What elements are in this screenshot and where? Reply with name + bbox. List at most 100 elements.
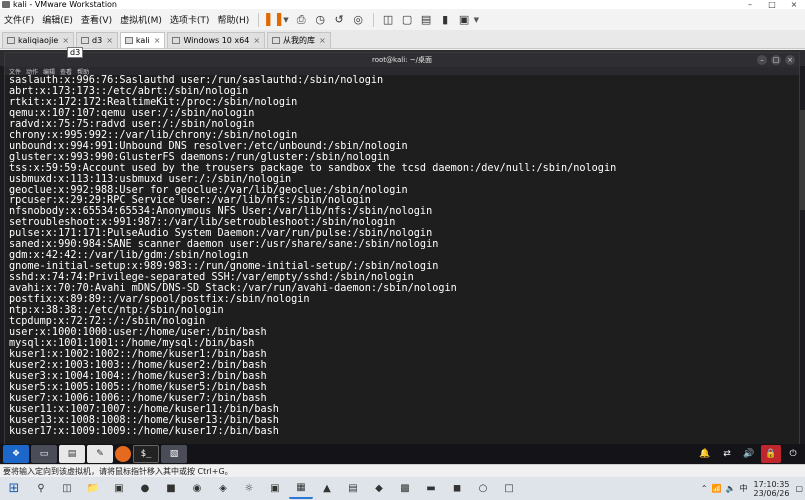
snapshot-icon[interactable]: ◷ [312, 12, 329, 27]
minimize-button[interactable]: – [739, 0, 761, 9]
window-list-icon[interactable]: ▧ [161, 445, 187, 463]
menu-file[interactable]: 文件(F) [0, 13, 38, 26]
terminal-line: kuser13:x:1008:1008::/home/kuser13:/bin/… [9, 414, 279, 426]
vmware-app-icon [2, 1, 10, 8]
fullscreen-icon[interactable]: ▣ [456, 12, 473, 27]
tab-view-icon[interactable]: ▤ [418, 12, 435, 27]
close-icon[interactable]: × [253, 36, 260, 45]
console-icon[interactable]: ▮ [437, 12, 454, 27]
word-icon[interactable]: □ [497, 479, 521, 499]
terminal-window[interactable]: root@kali: ~/桌面 – □ × 文件 动作 编辑 查看 帮助 sas… [4, 52, 800, 446]
workspace-icon[interactable]: ▭ [31, 445, 57, 463]
tab-kaliqiaojie[interactable]: kaliqiaojie × [2, 32, 75, 48]
snapshot-manager-icon[interactable]: ◎ [350, 12, 367, 27]
task-view-icon[interactable]: ◫ [55, 479, 79, 499]
pdf-icon[interactable]: ▤ [341, 479, 365, 499]
text-editor-icon[interactable]: ✎ [87, 445, 113, 463]
terminal-output[interactable]: saslauth:x:996:76:Saslauthd user:/run/sa… [5, 75, 799, 444]
pause-icon[interactable]: ❚❚ [263, 12, 285, 27]
edge-icon[interactable]: ☼ [237, 479, 261, 499]
close-window-button[interactable]: × [783, 0, 805, 9]
menu-vm[interactable]: 虚拟机(M) [116, 13, 166, 26]
system-tray: ⌃ 📶 🔈 中 17:10:35 23/06/26 ▢ [699, 480, 805, 498]
toolbar-divider [372, 12, 374, 27]
chevron-down-icon[interactable]: ▼ [474, 16, 479, 24]
send-to-vm-icon[interactable]: ⎙ [293, 12, 310, 27]
app-icon[interactable]: ▬ [419, 479, 443, 499]
dock-tray: 🔔 ⇄ 🔊 🔒 ⏻ [695, 445, 805, 463]
menu-help[interactable]: 帮助(H) [213, 13, 253, 26]
clock[interactable]: 17:10:35 23/06/26 [754, 480, 790, 498]
vm-tab-bar: kaliqiaojie × d3 × kali × Windows 10 x64… [0, 30, 805, 49]
file-manager-icon[interactable]: ▤ [59, 445, 85, 463]
volume-icon[interactable]: 🔊 [739, 445, 759, 463]
powerpoint-icon[interactable]: ◼ [445, 479, 469, 499]
chrome-icon[interactable]: ◉ [185, 479, 209, 499]
notification-bell-icon[interactable]: 🔔 [695, 445, 715, 463]
tab-label: Windows 10 x64 [183, 36, 250, 45]
close-icon[interactable]: × [62, 36, 69, 45]
tab-tooltip: d3 [67, 47, 84, 58]
app-icon[interactable]: ○ [471, 479, 495, 499]
vmware-taskbar-icon[interactable]: ▦ [289, 479, 313, 499]
terminal-titlebar: root@kali: ~/桌面 – □ × [5, 53, 799, 67]
menu-tabs[interactable]: 选项卡(T) [166, 13, 214, 26]
app-icon[interactable]: ▲ [315, 479, 339, 499]
menu-edit[interactable]: 编辑(E) [38, 13, 77, 26]
vmware-status-bar: 要将输入定向到该虚拟机，请将鼠标指针移入其中或按 Ctrl+G。 [0, 464, 805, 477]
vm-icon [81, 37, 90, 44]
close-icon[interactable]: × [785, 55, 795, 65]
file-explorer-icon[interactable]: 📁 [81, 479, 105, 499]
guest-display[interactable]: root@kali: ~/桌面 – □ × 文件 动作 编辑 查看 帮助 sas… [0, 50, 805, 464]
tray-chevron-icon[interactable]: ⌃ [701, 484, 708, 493]
app-icon[interactable]: ▣ [107, 479, 131, 499]
terminal-line: kuser17:x:1009:1009::/home/kuser17:/bin/… [9, 425, 279, 437]
app-icon[interactable]: ■ [159, 479, 183, 499]
tab-label: 从我的库 [283, 36, 316, 45]
tab-d3[interactable]: d3 × [76, 32, 118, 48]
windows-start-icon[interactable]: ⊞ [0, 477, 28, 500]
scrollbar[interactable] [800, 110, 805, 210]
app-icon[interactable]: ● [133, 479, 157, 499]
sidebar-toggle-icon[interactable]: ◫ [380, 12, 397, 27]
home-icon [272, 37, 281, 44]
tab-label: kali [135, 36, 150, 45]
firefox-icon[interactable] [115, 446, 131, 462]
lock-icon[interactable]: 🔒 [761, 445, 781, 463]
wifi-icon[interactable]: 📶 [712, 484, 722, 493]
network-icon[interactable]: ⇄ [717, 445, 737, 463]
ime-indicator[interactable]: 中 [740, 483, 748, 494]
terminal-launcher-icon[interactable]: $_ [133, 445, 159, 463]
guest-dock: ❖ ▭ ▤ ✎ $_ ▧ 🔔 ⇄ 🔊 🔒 ⏻ [0, 444, 805, 464]
onenote-icon[interactable]: ▣ [263, 479, 287, 499]
app-icon[interactable]: ◆ [367, 479, 391, 499]
clock-date: 23/06/26 [753, 488, 790, 498]
app-icon[interactable]: ▩ [393, 479, 417, 499]
kali-menu-icon[interactable]: ❖ [3, 445, 29, 463]
terminal-line: kuser5:x:1005:1005::/home/kuser5:/bin/ba… [9, 381, 267, 393]
thumbnail-icon[interactable]: ▢ [399, 12, 416, 27]
clock-time: 17:10:35 [753, 479, 790, 489]
vm-icon [7, 37, 15, 44]
minimize-icon[interactable]: – [757, 55, 767, 65]
tab-windows-10-x64[interactable]: Windows 10 x64 × [167, 32, 266, 48]
maximize-button[interactable]: □ [761, 0, 783, 9]
power-icon[interactable]: ⏻ [783, 445, 803, 463]
search-icon[interactable]: ⚲ [29, 479, 53, 499]
chevron-down-icon[interactable]: ▼ [283, 16, 288, 24]
close-icon[interactable]: × [154, 36, 161, 45]
maximize-icon[interactable]: □ [771, 55, 781, 65]
menu-view[interactable]: 查看(V) [77, 13, 116, 26]
tab-library[interactable]: 从我的库 × [267, 32, 331, 48]
tab-kali[interactable]: kali × [119, 32, 166, 48]
notification-icon[interactable]: ▢ [795, 484, 803, 493]
terminal-title: root@kali: ~/桌面 [372, 56, 432, 64]
revert-snapshot-icon[interactable]: ↺ [331, 12, 348, 27]
vmware-title-bar: kali - VMware Workstation – □ × [0, 0, 805, 9]
volume-icon[interactable]: 🔈 [726, 484, 736, 493]
close-icon[interactable]: × [319, 36, 326, 45]
window-title: kali - VMware Workstation [13, 0, 117, 9]
close-icon[interactable]: × [106, 36, 113, 45]
app-icon[interactable]: ◈ [211, 479, 235, 499]
vm-icon [172, 37, 181, 44]
